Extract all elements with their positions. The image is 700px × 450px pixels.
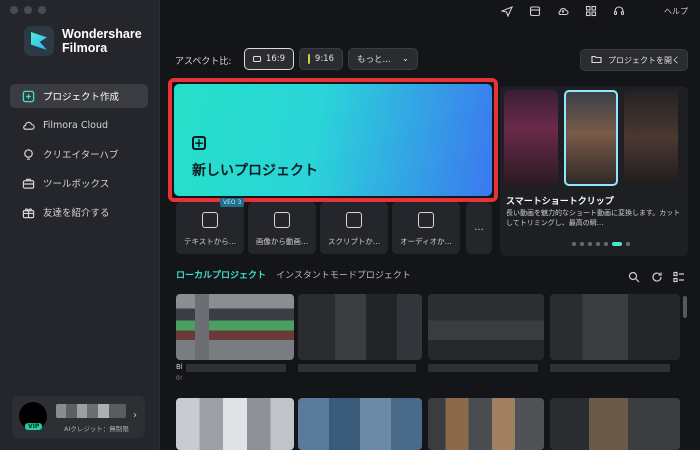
top-toolbar (500, 4, 626, 18)
chevron-right-icon[interactable]: › (133, 410, 137, 421)
sidebar-item-label: ツールボックス (43, 179, 110, 190)
portrait-icon (308, 54, 310, 64)
aspect-16-9-button[interactable]: 16:9 (244, 48, 294, 70)
carousel-dot[interactable] (604, 242, 608, 246)
carousel-dot[interactable] (588, 242, 592, 246)
lightbulb-icon (22, 148, 35, 161)
image-video-icon (274, 212, 290, 228)
carousel-dot[interactable] (626, 242, 630, 246)
project-thumbnail[interactable] (176, 294, 294, 360)
account-panel[interactable]: VIP AIクレジット：無制限 › (12, 396, 145, 438)
sidebar-item-label: プロジェクト作成 (43, 92, 120, 103)
project-name-redacted (550, 364, 670, 372)
maximize-window-button[interactable] (38, 6, 46, 14)
script-icon (346, 212, 362, 228)
logo-line-2: Filmora (62, 41, 108, 55)
close-window-button[interactable] (10, 6, 18, 14)
text-video-icon (202, 212, 218, 228)
smart-short-clip-banner[interactable]: スマートショートクリップ 長い動画を魅力的なショート動画に変換します。カットして… (500, 86, 688, 256)
list-view-icon[interactable] (673, 268, 685, 283)
more-tools-button[interactable]: ... (466, 202, 492, 254)
project-name-redacted (186, 364, 286, 372)
headset-icon[interactable] (612, 4, 626, 18)
project-date: 0! (176, 375, 183, 382)
promo-thumbnail (624, 90, 678, 186)
help-menu[interactable]: ヘルプ (664, 6, 688, 17)
tab-local-projects[interactable]: ローカルプロジェクト (176, 268, 266, 281)
calendar-icon[interactable] (528, 4, 542, 18)
promo-thumbnail (504, 90, 558, 186)
carousel-dots[interactable] (572, 242, 630, 246)
tool-image-to-video[interactable]: 画像から動画... (248, 202, 316, 254)
gift-icon (22, 206, 35, 219)
tool-script-to-video[interactable]: スクリプトか... (320, 202, 388, 254)
project-thumbnail[interactable] (428, 398, 544, 450)
sidebar-item-creator-hub[interactable]: クリエイターハブ (10, 142, 148, 166)
promo-thumbnail (564, 90, 618, 186)
veo-badge: VEO 3 (220, 198, 245, 207)
landscape-icon (253, 56, 261, 62)
folder-icon (591, 54, 602, 66)
sidebar-item-label: 友達を紹介する (43, 208, 110, 219)
sidebar: Wondershare Filmora プロジェクト作成 Filmora Clo… (0, 0, 160, 450)
tab-instant-mode-projects[interactable]: インスタントモードプロジェクト (276, 268, 411, 281)
cloud-icon (22, 119, 35, 132)
toolbox-icon (22, 177, 35, 190)
project-thumbnail[interactable] (298, 294, 422, 360)
sidebar-item-filmora-cloud[interactable]: Filmora Cloud (10, 113, 148, 137)
new-project-label: 新しいプロジェクト (192, 163, 318, 179)
audio-video-icon (418, 212, 434, 228)
sidebar-item-label: Filmora Cloud (43, 119, 109, 131)
plus-icon: + (192, 136, 206, 150)
project-thumbnail[interactable] (550, 294, 680, 360)
promo-title: スマートショートクリップ (506, 197, 614, 207)
aspect-9-16-button[interactable]: 9:16 (299, 48, 343, 70)
search-icon[interactable] (628, 268, 640, 283)
project-name-redacted (428, 364, 538, 372)
new-project-button[interactable]: + 新しいプロジェクト (174, 84, 492, 196)
carousel-dot[interactable] (572, 242, 576, 246)
aspect-ratio-label: アスペクト比: (175, 57, 232, 67)
project-thumbnail[interactable] (176, 398, 294, 450)
sidebar-item-create-project[interactable]: プロジェクト作成 (10, 84, 148, 108)
ai-credit-text: AIクレジット：無制限 (64, 425, 129, 433)
carousel-dot[interactable] (580, 242, 584, 246)
carousel-dot-active[interactable] (612, 242, 622, 246)
project-thumbnail[interactable] (428, 294, 544, 360)
cloud-upload-icon[interactable] (556, 4, 570, 18)
project-thumbnail[interactable] (298, 398, 422, 450)
carousel-dot[interactable] (596, 242, 600, 246)
chevron-down-icon: ⌄ (401, 54, 409, 64)
grid-icon[interactable] (584, 4, 598, 18)
add-project-icon (22, 90, 35, 103)
sidebar-item-refer-friend[interactable]: 友達を紹介する (10, 200, 148, 224)
sidebar-item-label: クリエイターハブ (43, 150, 119, 161)
window-controls (10, 6, 46, 14)
minimize-window-button[interactable] (24, 6, 32, 14)
tool-text-to-video[interactable]: テキストから... (176, 202, 244, 254)
account-name-redacted (56, 404, 126, 418)
open-project-button[interactable]: プロジェクトを開く (580, 49, 688, 71)
scrollbar-thumb[interactable] (683, 296, 687, 318)
refresh-icon[interactable] (651, 268, 663, 282)
sidebar-item-toolbox[interactable]: ツールボックス (10, 171, 148, 195)
promo-thumbnails (504, 90, 678, 186)
filmora-logo-icon (24, 26, 54, 56)
sidebar-nav: プロジェクト作成 Filmora Cloud クリエイターハブ ツールボックス … (10, 84, 148, 229)
app-logo: Wondershare Filmora (24, 26, 142, 56)
project-thumbnail[interactable] (550, 398, 680, 450)
logo-line-1: Wondershare (62, 27, 142, 41)
send-icon[interactable] (500, 4, 514, 18)
promo-description: 長い動画を魅力的なショート動画に変換します。カットしてトリミングし、最高の瞬..… (506, 209, 681, 227)
vip-badge: VIP (25, 423, 43, 430)
project-title: Bl (176, 363, 183, 371)
aspect-more-dropdown[interactable]: もっと... ⌄ (348, 48, 418, 70)
project-name-redacted (298, 364, 416, 372)
tool-audio-to-video[interactable]: オーディオか... (392, 202, 460, 254)
